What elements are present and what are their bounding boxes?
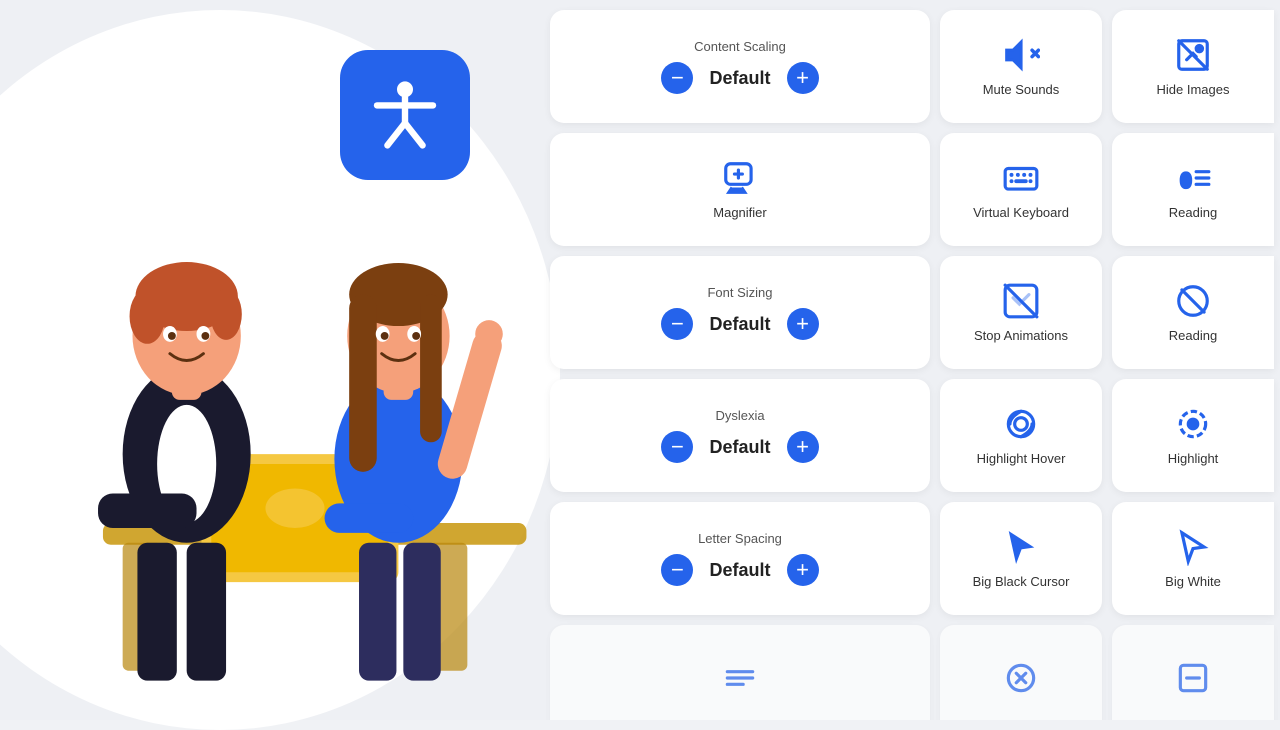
virtual-keyboard-icon — [1002, 159, 1040, 197]
svg-text:0: 0 — [1180, 168, 1191, 193]
reading-mask-label: Reading — [1169, 328, 1217, 343]
highlight-focus-icon — [1174, 405, 1212, 443]
content-scaling-increase[interactable]: + — [787, 62, 819, 94]
hide-images-label: Hide Images — [1157, 82, 1230, 97]
letter-spacing-increase[interactable]: + — [787, 554, 819, 586]
reading-guide-icon: 0 — [1174, 159, 1212, 197]
dyslexia-title: Dyslexia — [715, 408, 764, 423]
font-sizing-increase[interactable]: + — [787, 308, 819, 340]
content-scaling-decrease[interactable]: − — [661, 62, 693, 94]
big-black-cursor-card[interactable]: Big Black Cursor — [940, 502, 1102, 615]
magnifier-label: Magnifier — [713, 205, 766, 220]
big-white-cursor-icon — [1174, 528, 1212, 566]
big-black-cursor-icon — [1002, 528, 1040, 566]
stop-animations-card[interactable]: Stop Animations — [940, 256, 1102, 369]
letter-spacing-title: Letter Spacing — [698, 531, 782, 546]
extra-icon-2 — [1002, 659, 1040, 697]
highlight-focus-card[interactable]: Highlight — [1112, 379, 1274, 492]
letter-spacing-value: Default — [709, 560, 770, 581]
highlight-hover-icon — [1002, 405, 1040, 443]
extra-card-2[interactable] — [940, 625, 1102, 720]
stop-animations-icon — [1002, 282, 1040, 320]
magnifier-icon — [721, 159, 759, 197]
letter-spacing-decrease[interactable]: − — [661, 554, 693, 586]
big-white-cursor-card[interactable]: Big White — [1112, 502, 1274, 615]
accessibility-figure-icon — [365, 75, 445, 155]
reading-guide-label: Reading — [1169, 205, 1217, 220]
extra-icon-3 — [1174, 659, 1212, 697]
reading-mask-icon — [1174, 282, 1212, 320]
extra-icon-1 — [721, 659, 759, 697]
dyslexia-value: Default — [709, 437, 770, 458]
extra-card-3[interactable] — [1112, 625, 1274, 720]
widgets-panel: Content Scaling − Default + Mute Sounds — [540, 0, 1280, 720]
content-scaling-card[interactable]: Content Scaling − Default + — [550, 10, 930, 123]
dyslexia-card[interactable]: Dyslexia − Default + — [550, 379, 930, 492]
virtual-keyboard-card[interactable]: Virtual Keyboard — [940, 133, 1102, 246]
highlight-hover-card[interactable]: Highlight Hover — [940, 379, 1102, 492]
font-sizing-decrease[interactable]: − — [661, 308, 693, 340]
highlight-focus-label: Highlight — [1168, 451, 1219, 466]
extra-card-1[interactable] — [550, 625, 930, 720]
magnifier-card[interactable]: Magnifier — [550, 133, 930, 246]
content-scaling-value: Default — [709, 68, 770, 89]
big-white-cursor-label: Big White — [1165, 574, 1221, 589]
font-sizing-card[interactable]: Font Sizing − Default + — [550, 256, 930, 369]
accessibility-app-icon — [340, 50, 470, 180]
big-black-cursor-label: Big Black Cursor — [973, 574, 1070, 589]
font-sizing-value: Default — [709, 314, 770, 335]
reading-guide-card[interactable]: 0 Reading — [1112, 133, 1274, 246]
hide-images-card[interactable]: Hide Images — [1112, 10, 1274, 123]
hide-images-icon — [1174, 36, 1212, 74]
reading-mask-card[interactable]: Reading — [1112, 256, 1274, 369]
stop-animations-label: Stop Animations — [974, 328, 1068, 343]
highlight-hover-label: Highlight Hover — [977, 451, 1066, 466]
content-scaling-title: Content Scaling — [694, 39, 786, 54]
mute-sounds-card[interactable]: Mute Sounds — [940, 10, 1102, 123]
people-illustration — [0, 70, 590, 720]
mute-sounds-label: Mute Sounds — [983, 82, 1060, 97]
mute-sounds-icon — [1002, 36, 1040, 74]
dyslexia-increase[interactable]: + — [787, 431, 819, 463]
font-sizing-title: Font Sizing — [707, 285, 772, 300]
letter-spacing-card[interactable]: Letter Spacing − Default + — [550, 502, 930, 615]
dyslexia-decrease[interactable]: − — [661, 431, 693, 463]
virtual-keyboard-label: Virtual Keyboard — [973, 205, 1069, 220]
